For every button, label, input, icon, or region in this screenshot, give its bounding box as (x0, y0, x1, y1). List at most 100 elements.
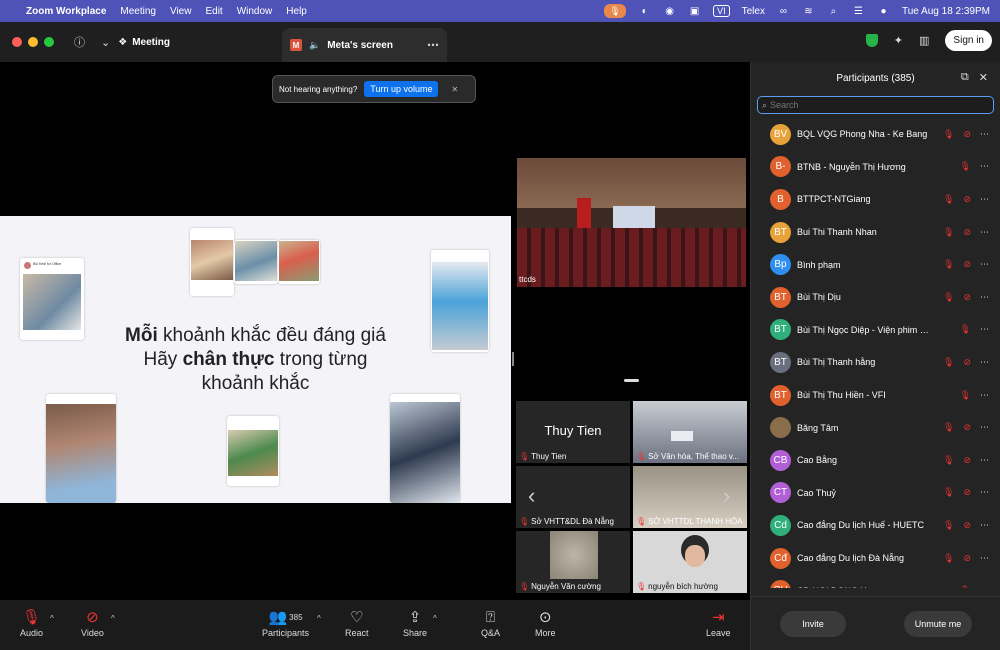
mic-muted-icon[interactable]: 🎙 (943, 422, 954, 433)
mic-muted-icon[interactable]: 🎙 (960, 390, 971, 401)
more-options-icon[interactable]: ⋯ (980, 194, 989, 205)
more-options-icon[interactable]: ⋯ (980, 161, 989, 172)
chevron-left-icon[interactable]: ‹ (528, 483, 535, 509)
menu-datetime[interactable]: Tue Aug 18 2:39PM (902, 6, 990, 17)
resize-handle[interactable] (512, 352, 514, 366)
search-icon[interactable]: ⌕ (827, 5, 840, 18)
layout-icon[interactable]: ▥ (919, 34, 929, 47)
more-options-icon[interactable]: ⋯ (980, 520, 989, 531)
mic-muted-icon[interactable]: 🎙 (960, 585, 971, 588)
turn-up-volume-button[interactable]: Turn up volume (364, 81, 439, 97)
unmute-me-button[interactable]: Unmute me (904, 610, 972, 637)
meeting-tab[interactable]: ❖ Meeting (118, 37, 170, 48)
encryption-shield-icon[interactable] (865, 34, 878, 47)
video-button[interactable]: ⊘ Video (81, 606, 104, 638)
participant-row[interactable]: BT Bùi Thị Thanh hằng 🎙 ⊘ ⋯ (751, 346, 1000, 379)
minimize-window-button[interactable] (28, 37, 38, 47)
share-options-caret[interactable]: ^ (433, 614, 437, 623)
audio-button[interactable]: 🎙 Audio (20, 606, 43, 638)
participant-row[interactable]: BT Bui Thi Thanh Nhan 🎙 ⊘ ⋯ (751, 216, 1000, 249)
participant-row[interactable]: CH CD HOI DONG X 🎙 ⋯ (751, 574, 1000, 588)
more-options-icon[interactable]: ⋯ (980, 259, 989, 270)
more-options-icon[interactable]: ⋯ (980, 390, 989, 401)
video-tile[interactable]: Thuy Tien 🎙 Thuy Tien (516, 401, 630, 463)
audio-options-caret[interactable]: ^ (50, 614, 54, 623)
wifi-icon[interactable]: ≋ (802, 5, 815, 18)
close-icon[interactable]: ✕ (451, 85, 458, 94)
screen-share-tab[interactable]: M 🔈 Meta's screen ⋯ (282, 28, 447, 62)
mic-muted-icon[interactable]: 🎙 (943, 553, 954, 564)
video-off-icon[interactable]: ⊘ (963, 259, 971, 270)
siri-icon[interactable]: ● (877, 5, 890, 18)
mic-muted-icon[interactable]: 🎙 (943, 357, 954, 368)
participants-button[interactable]: 👥 385 Participants (262, 606, 309, 638)
more-options-icon[interactable]: ⋯ (980, 324, 989, 335)
participant-row[interactable]: B- BTNB - Nguyễn Thị Hương 🎙 ⋯ (751, 151, 1000, 184)
input-lang-badge[interactable]: VI (713, 5, 730, 17)
react-button[interactable]: ♡ React (345, 606, 369, 638)
participant-row[interactable]: B BTTPCT-NTGiang 🎙 ⊘ ⋯ (751, 183, 1000, 216)
video-off-icon[interactable]: ⊘ (963, 487, 971, 498)
pop-out-icon[interactable]: ⧉ (961, 71, 969, 84)
search-input[interactable] (770, 100, 971, 110)
mic-muted-icon[interactable]: 🎙 (943, 455, 954, 466)
participant-row[interactable]: Bp Bình phạm 🎙 ⊘ ⋯ (751, 248, 1000, 281)
info-icon[interactable]: ⓘ (74, 34, 85, 50)
participant-row[interactable]: BT Bùi Thị Dịu 🎙 ⊘ ⋯ (751, 281, 1000, 314)
mic-muted-icon[interactable]: 🎙 (943, 194, 954, 205)
participant-row[interactable]: CB Cao Bằng 🎙 ⊘ ⋯ (751, 444, 1000, 477)
more-options-icon[interactable]: ⋯ (980, 487, 989, 498)
menu-help[interactable]: Help (286, 6, 307, 17)
more-options-icon[interactable]: ⋯ (980, 227, 989, 238)
video-off-icon[interactable]: ⊘ (963, 194, 971, 205)
menu-edit[interactable]: Edit (205, 6, 222, 17)
participant-row[interactable]: Cđ Cao đẳng Du lịch Đà Nẵng 🎙 ⊘ ⋯ (751, 542, 1000, 575)
mic-muted-icon[interactable]: 🎙 (943, 292, 954, 303)
participant-search[interactable]: ⌕ (757, 96, 994, 114)
video-off-icon[interactable]: ⊘ (963, 455, 971, 466)
chevron-down-icon[interactable]: ⌄ (101, 36, 110, 49)
mic-muted-icon[interactable]: 🎙 (943, 520, 954, 531)
drag-handle[interactable] (624, 379, 639, 382)
menu-meeting[interactable]: Meeting (120, 6, 156, 17)
video-off-icon[interactable]: ⊘ (963, 129, 971, 140)
video-tile[interactable]: 🎙 nguyễn bích hường (633, 531, 747, 593)
mic-muted-icon[interactable]: 🎙 (943, 259, 954, 270)
menu-window[interactable]: Window (237, 6, 273, 17)
mic-in-use-icon[interactable]: 🎙 (604, 4, 627, 18)
close-icon[interactable]: ✕ (979, 71, 988, 84)
video-tile[interactable]: 🎙 Nguyễn Văn cường (516, 531, 630, 593)
participant-row[interactable]: CT Cao Thuỷ 🎙 ⊘ ⋯ (751, 477, 1000, 510)
more-options-icon[interactable]: ⋯ (980, 129, 989, 140)
video-off-icon[interactable]: ⊘ (963, 292, 971, 303)
participant-row[interactable]: BT Bùi Thị Ngọc Diệp - Viện phim Việt... 🎙… (751, 314, 1000, 347)
mic-muted-icon[interactable]: 🎙 (960, 161, 971, 172)
chevron-right-icon[interactable]: › (723, 483, 730, 509)
participant-row[interactable]: BT Bùi Thị Thu Hiền - VFI 🎙 ⋯ (751, 379, 1000, 412)
video-off-icon[interactable]: ⊘ (963, 422, 971, 433)
status-icon[interactable]: ◐ (638, 5, 651, 18)
participants-list[interactable]: BV BQL VQG Phong Nha - Ke Bang 🎙 ⊘ ⋯ B- BTNB -… (751, 118, 1000, 588)
participant-row[interactable]: Băng Tâm 🎙 ⊘ ⋯ (751, 411, 1000, 444)
leave-button[interactable]: ⇥ Leave (706, 606, 731, 638)
share-button[interactable]: ⇪ Share (403, 606, 427, 638)
more-options-icon[interactable]: ⋯ (980, 585, 989, 588)
participant-row[interactable]: BV BQL VQG Phong Nha - Ke Bang 🎙 ⊘ ⋯ (751, 118, 1000, 151)
video-off-icon[interactable]: ⊘ (963, 520, 971, 531)
more-button[interactable]: ⊙ More (535, 606, 556, 638)
participants-options-caret[interactable]: ^ (317, 614, 321, 623)
link-icon[interactable]: ∞ (777, 5, 790, 18)
zoom-window-button[interactable] (44, 37, 54, 47)
close-window-button[interactable] (12, 37, 22, 47)
video-off-icon[interactable]: ⊘ (963, 553, 971, 564)
more-options-icon[interactable]: ⋯ (980, 553, 989, 564)
ai-companion-icon[interactable]: ✦ (894, 34, 903, 47)
sign-in-button[interactable]: Sign in (945, 30, 992, 51)
invite-button[interactable]: Invite (780, 610, 846, 637)
more-options-icon[interactable]: ⋯ (980, 422, 989, 433)
participant-row[interactable]: Cd Cao đẳng Du lịch Huế - HUETC 🎙 ⊘ ⋯ (751, 509, 1000, 542)
video-off-icon[interactable]: ⊘ (963, 227, 971, 238)
video-tile[interactable]: 🎙 Sở Văn hóa, Thể thao v... (633, 401, 747, 463)
mic-muted-icon[interactable]: 🎙 (943, 227, 954, 238)
mic-muted-icon[interactable]: 🎙 (960, 324, 971, 335)
